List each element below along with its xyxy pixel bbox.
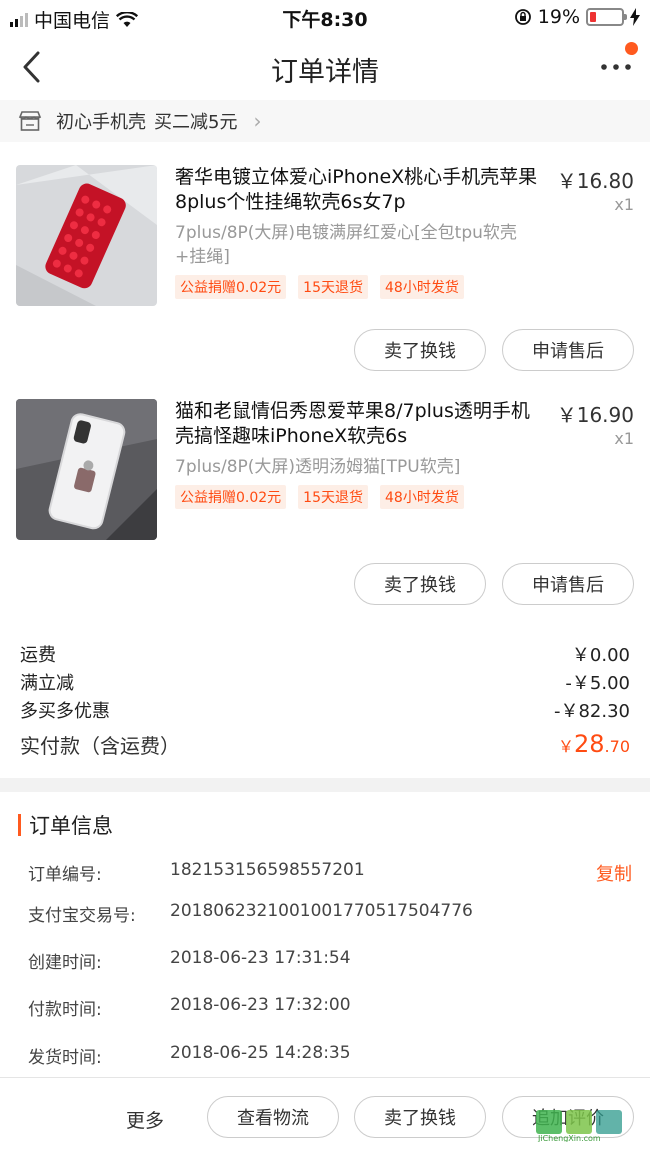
- tag-charity: 公益捐赠0.02元: [175, 275, 287, 299]
- order-info-heading: 订单信息: [18, 810, 113, 840]
- chevron-right-icon: ›: [253, 109, 262, 133]
- info-label: 创建时间:: [28, 953, 102, 973]
- heading-accent-bar: [18, 814, 21, 836]
- store-row[interactable]: 初心手机壳 买二减5元 ›: [0, 100, 650, 142]
- tag-shipping: 48小时发货: [380, 485, 464, 509]
- multi-buy-row: 多买多优惠 -￥82.30: [0, 696, 650, 724]
- sell-button[interactable]: 卖了换钱: [354, 1096, 486, 1138]
- total-label: 实付款（含运费）: [20, 733, 180, 758]
- order-info-title: 订单信息: [29, 814, 113, 838]
- shipping-value: ￥0.00: [571, 645, 630, 666]
- tag-shipping: 48小时发货: [380, 275, 464, 299]
- total-integer: 28: [574, 730, 605, 758]
- discount-label: 满立减: [20, 673, 74, 694]
- multi-buy-label: 多买多优惠: [20, 701, 110, 722]
- info-value: 182153156598557201: [170, 860, 365, 880]
- info-label: 发货时间:: [28, 1048, 102, 1068]
- product-quantity: x1: [614, 195, 634, 214]
- copy-button[interactable]: 复制: [596, 860, 632, 886]
- after-sale-button[interactable]: 申请售后: [502, 563, 634, 605]
- order-item[interactable]: 猫和老鼠情侣秀恩爱苹果8/7plus透明手机壳搞怪趣味iPhoneX软壳6s ￥…: [0, 399, 650, 633]
- created-time-row: 创建时间: 2018-06-23 17:31:54: [28, 948, 632, 973]
- product-title[interactable]: 猫和老鼠情侣秀恩爱苹果8/7plus透明手机壳搞怪趣味iPhoneX软壳6s: [175, 399, 547, 449]
- price-summary: 运费 ￥0.00 满立减 -￥5.00 多买多优惠 -￥82.30 实付款（含运…: [0, 640, 650, 764]
- product-spec: 7plus/8P(大屏)透明汤姆猫[TPU软壳]: [175, 457, 461, 477]
- rotation-lock-icon: [514, 9, 531, 25]
- product-thumbnail[interactable]: [16, 165, 157, 306]
- sell-button[interactable]: 卖了换钱: [354, 329, 486, 371]
- page-title: 订单详情: [271, 57, 379, 88]
- discount-row: 满立减 -￥5.00: [0, 668, 650, 696]
- product-price: ￥16.80: [556, 169, 634, 193]
- nav-bar: 订单详情: [0, 34, 650, 100]
- status-right: 19%: [514, 6, 640, 28]
- store-icon: [18, 111, 42, 131]
- total-decimal: .70: [604, 737, 630, 756]
- more-button[interactable]: 更多: [126, 1106, 164, 1133]
- total-row: 实付款（含运费） ￥28.70: [0, 724, 650, 764]
- service-tags: 公益捐赠0.02元 15天退货 48小时发货: [175, 485, 464, 509]
- order-number-row: 订单编号: 182153156598557201 复制: [28, 860, 632, 886]
- more-dots-icon[interactable]: [598, 52, 634, 82]
- charging-icon: [630, 8, 640, 26]
- product-thumbnail[interactable]: [16, 399, 157, 540]
- tag-return: 15天退货: [298, 485, 368, 509]
- store-promo: 买二减5元: [154, 112, 238, 133]
- watermark-text: JiChengXin.com: [537, 1134, 601, 1142]
- info-label: 付款时间:: [28, 1000, 102, 1020]
- alipay-number-row: 支付宝交易号: 2018062321001001770517504776: [28, 901, 632, 926]
- after-sale-button[interactable]: 申请售后: [502, 329, 634, 371]
- order-item[interactable]: 奢华电镀立体爱心iPhoneX桃心手机壳苹果8plus个性挂绳软壳6s女7p ￥…: [0, 165, 650, 399]
- service-tags: 公益捐赠0.02元 15天退货 48小时发货: [175, 275, 464, 299]
- status-bar: 中国电信 下午8:30 19%: [0, 0, 650, 34]
- info-label: 支付宝交易号:: [28, 906, 136, 926]
- multi-buy-value: -￥82.30: [553, 701, 630, 722]
- battery-fill: [590, 12, 596, 22]
- view-logistics-button[interactable]: 查看物流: [207, 1096, 339, 1138]
- shipping-row: 运费 ￥0.00: [0, 640, 650, 668]
- product-price: ￥16.90: [556, 403, 634, 427]
- discount-value: -￥5.00: [565, 673, 630, 694]
- bottom-action-bar: 更多 查看物流 卖了换钱 追加评价 JiChengXin.com: [0, 1077, 650, 1155]
- product-quantity: x1: [614, 429, 634, 448]
- notification-dot: [625, 42, 638, 55]
- watermark-logo: JiChengXin.com: [534, 1108, 642, 1143]
- shipping-label: 运费: [20, 645, 56, 666]
- info-value: 2018-06-23 17:31:54: [170, 948, 351, 968]
- info-value: 2018062321001001770517504776: [170, 901, 473, 921]
- tag-return: 15天退货: [298, 275, 368, 299]
- battery-percent: 19%: [537, 6, 580, 28]
- shipped-time-row: 发货时间: 2018-06-25 14:28:35: [28, 1043, 632, 1068]
- store-name: 初心手机壳: [56, 112, 146, 133]
- info-value: 2018-06-25 14:28:35: [170, 1043, 351, 1063]
- paid-time-row: 付款时间: 2018-06-23 17:32:00: [28, 995, 632, 1020]
- total-value: ￥28.70: [558, 730, 630, 758]
- total-currency: ￥: [557, 737, 574, 756]
- section-divider: [0, 778, 650, 792]
- battery-icon: [586, 8, 627, 26]
- info-label: 订单编号:: [28, 865, 102, 885]
- product-spec: 7plus/8P(大屏)电镀满屏红爱心[全包tpu软壳+挂绳]: [175, 223, 517, 267]
- sell-button[interactable]: 卖了换钱: [354, 563, 486, 605]
- info-value: 2018-06-23 17:32:00: [170, 995, 351, 1015]
- tag-charity: 公益捐赠0.02元: [175, 485, 287, 509]
- product-title[interactable]: 奢华电镀立体爱心iPhoneX桃心手机壳苹果8plus个性挂绳软壳6s女7p: [175, 165, 547, 215]
